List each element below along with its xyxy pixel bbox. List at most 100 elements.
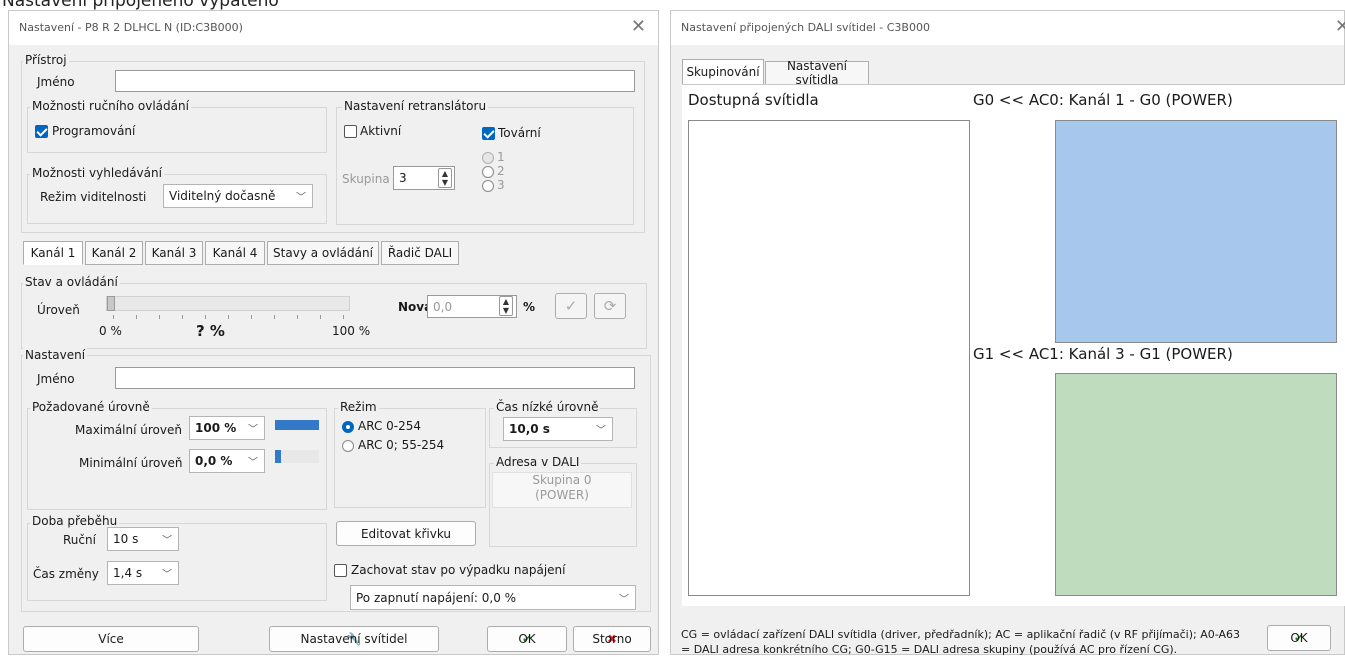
factory-label: Tovární — [498, 126, 541, 140]
luminaire-settings-button[interactable]: 🔧 Nastavení svítidel — [269, 626, 439, 652]
chevron-down-icon: ﹀ — [296, 192, 306, 204]
mode-group-label: Režim — [338, 400, 379, 414]
radio-3-label: 3 — [497, 178, 505, 192]
required-levels-label: Požadované úrovně — [30, 400, 152, 414]
group-1-label: G1 << AC1: Kanál 3 - G1 (POWER) — [973, 345, 1233, 363]
tab-grouping[interactable]: Skupinování — [682, 59, 764, 85]
manual-group-label: Možnosti ručního ovládání — [30, 99, 191, 113]
group-1-drop-area[interactable] — [1055, 373, 1337, 596]
programming-label: Programování — [52, 124, 136, 138]
scale-min: 0 % — [99, 324, 122, 338]
edit-curve-button[interactable]: Editovat křivku — [336, 521, 476, 546]
programming-checkbox[interactable] — [35, 125, 48, 138]
tab-channel-4[interactable]: Kanál 4 — [205, 241, 265, 265]
name-label: Jméno — [37, 75, 75, 89]
state-group-label: Stav a ovládání — [23, 275, 120, 289]
min-level-select[interactable]: 0,0 % ﹀ — [189, 449, 265, 473]
footer-note-line1: CG = ovládací zařízení DALI svítidla (dr… — [681, 628, 1241, 641]
mode-radio-arc0-55-254[interactable] — [342, 440, 354, 452]
title-bar: Nastavení - P8 R 2 DLHCL N (ID:C3B000) ✕ — [9, 11, 658, 45]
keep-state-label: Zachovat stav po výpadku napájení — [351, 563, 566, 577]
level-slider[interactable] — [106, 296, 350, 311]
new-level-stepper[interactable]: ▲ ▼ — [499, 296, 513, 316]
settings-dialog: Nastavení - P8 R 2 DLHCL N (ID:C3B000) ✕… — [8, 10, 659, 655]
min-level-label: Minimální úroveň — [79, 456, 183, 470]
tab-luminaire-settings[interactable]: Nastavení svítidla — [765, 59, 869, 87]
active-checkbox[interactable] — [344, 125, 357, 138]
min-level-bar — [275, 450, 319, 463]
power-on-select[interactable]: Po zapnutí napájení: 0,0 % ﹀ — [350, 585, 636, 610]
radio-3[interactable] — [482, 180, 494, 192]
chevron-down-icon: ﹀ — [162, 569, 172, 581]
settings-group-label: Nastavení — [23, 348, 88, 362]
change-time-select[interactable]: 1,4 s ﹀ — [107, 561, 179, 585]
level-ticks — [113, 315, 348, 319]
dialog-title: Nastavení - P8 R 2 DLHCL N (ID:C3B000) — [19, 21, 243, 34]
dali-address-line2: (POWER) — [535, 488, 589, 502]
radio-1-label: 1 — [497, 150, 505, 164]
available-luminaires-label: Dostupná svítidla — [688, 91, 819, 109]
dali-address-label: Adresa v DALI — [494, 455, 582, 469]
low-time-select[interactable]: 10,0 s ﹀ — [503, 417, 613, 441]
tab-dali-controller[interactable]: Řadič DALI — [381, 241, 459, 265]
available-luminaires-list[interactable] — [688, 120, 970, 596]
chevron-down-icon: ﹀ — [619, 594, 629, 605]
max-level-label: Maximální úroveň — [75, 423, 182, 437]
keep-state-checkbox[interactable] — [334, 564, 347, 577]
footer-note-line2: = DALI adresa konkrétního CG; G0-G15 = D… — [681, 643, 1178, 656]
dali-address-line1: Skupina 0 — [532, 473, 592, 487]
dali-luminaires-dialog: Nastavení připojených DALI svítidel - C3… — [670, 10, 1345, 656]
level-label: Úroveň — [37, 303, 80, 317]
manual-time-select[interactable]: 10 s ﹀ — [107, 527, 179, 551]
ok-button[interactable]: ✔ OK — [487, 626, 567, 652]
level-thumb[interactable] — [107, 296, 115, 311]
tab-states[interactable]: Stavy a ovládání — [267, 241, 379, 265]
tab-channel-2[interactable]: Kanál 2 — [85, 241, 143, 265]
tab-channel-3[interactable]: Kanál 3 — [145, 241, 203, 265]
group-stepper[interactable]: ▲ ▼ — [438, 168, 452, 188]
group-label: Skupina — [342, 172, 390, 186]
mode-radio-arc0-254[interactable] — [342, 421, 354, 433]
low-time-label: Čas nízké úrovně — [494, 400, 601, 414]
scale-current: ? % — [196, 322, 225, 340]
channel-name-input[interactable] — [115, 367, 635, 389]
group-0-drop-area[interactable] — [1055, 120, 1337, 343]
close-icon[interactable]: ✕ — [1335, 16, 1345, 37]
tab-channel-1[interactable]: Kanál 1 — [23, 241, 83, 265]
mode-option-2-label: ARC 0; 55-254 — [358, 438, 445, 452]
manual-time-label: Ruční — [63, 533, 96, 547]
radio-2-label: 2 — [497, 164, 505, 178]
mode-option-1-label: ARC 0-254 — [358, 419, 422, 433]
device-name-input[interactable] — [115, 70, 635, 92]
percent-label: % — [523, 300, 536, 314]
factory-checkbox[interactable] — [482, 127, 495, 140]
change-time-label: Čas změny — [33, 567, 99, 581]
max-level-fill — [275, 420, 319, 430]
more-button[interactable]: Více — [23, 626, 199, 652]
apply-icon[interactable]: ✓ — [555, 293, 587, 319]
transition-group-label: Doba přeběhu — [30, 514, 120, 528]
chevron-down-icon: ﹀ — [162, 535, 172, 547]
ok-button[interactable]: ✔ OK — [1267, 625, 1331, 651]
group-0-label: G0 << AC0: Kanál 1 - G0 (POWER) — [973, 91, 1233, 109]
scale-max: 100 % — [332, 324, 371, 338]
repeater-group-label: Nastavení retranslátoru — [342, 99, 489, 113]
active-label: Aktivní — [360, 124, 402, 138]
radio-1[interactable] — [482, 152, 494, 164]
visibility-select[interactable]: Viditelný dočasně ﹀ — [163, 184, 313, 208]
title-bar: Nastavení připojených DALI svítidel - C3… — [671, 11, 1345, 45]
dialog-title: Nastavení připojených DALI svítidel - C3… — [681, 21, 930, 34]
settings-name-label: Jméno — [37, 372, 75, 386]
chevron-down-icon: ﹀ — [596, 425, 606, 437]
refresh-icon[interactable]: ⟳ — [594, 293, 626, 319]
device-group-label: Přístroj — [23, 53, 69, 67]
visibility-label: Režim viditelnosti — [40, 190, 147, 204]
close-icon[interactable]: ✕ — [631, 16, 646, 37]
search-group-label: Možnosti vyhledávání — [30, 166, 164, 180]
radio-2[interactable] — [482, 166, 494, 178]
chevron-down-icon: ﹀ — [248, 424, 258, 436]
chevron-down-icon: ﹀ — [248, 457, 258, 469]
max-level-select[interactable]: 100 % ﹀ — [189, 416, 265, 440]
min-level-fill — [275, 450, 281, 463]
cancel-button[interactable]: ✖ Storno — [573, 626, 651, 652]
